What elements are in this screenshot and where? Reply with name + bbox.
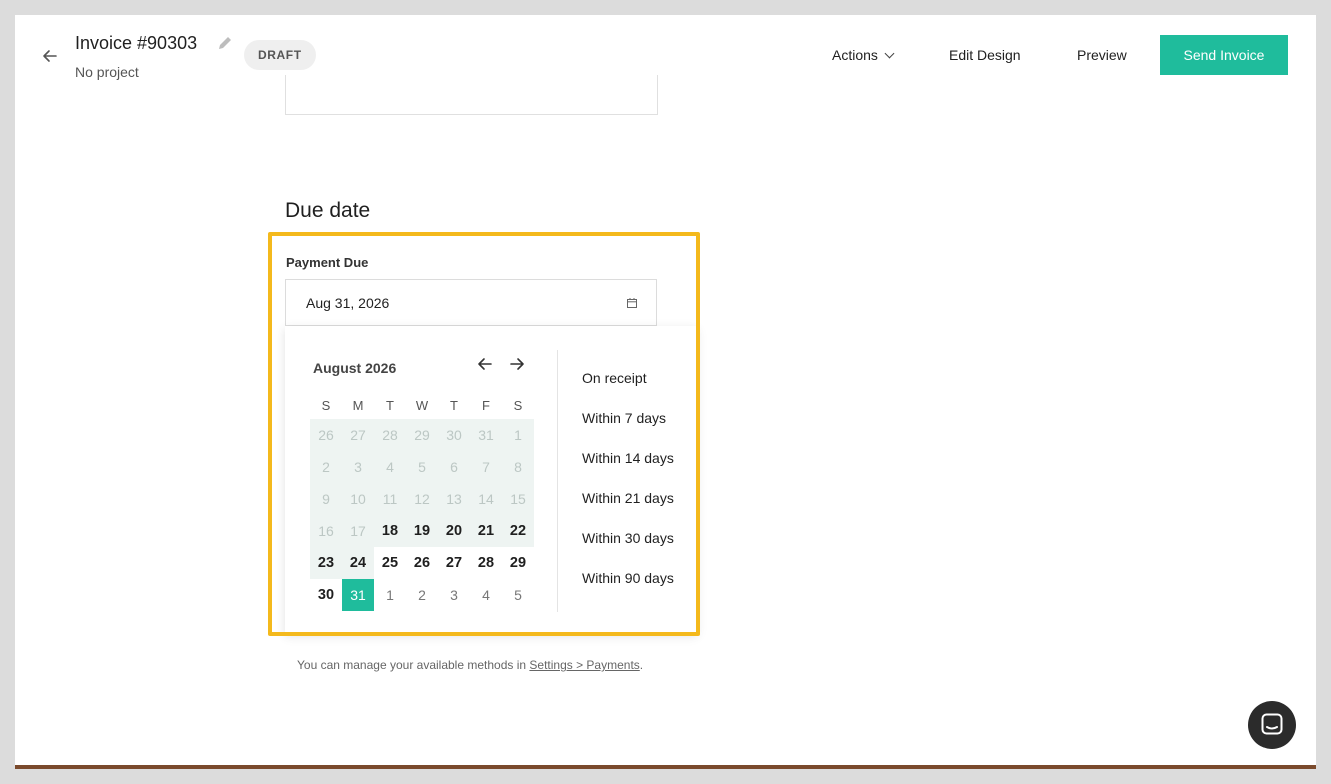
- weekday-label: W: [415, 398, 429, 413]
- calendar-day[interactable]: 22: [502, 515, 534, 547]
- due-preset-option[interactable]: Within 90 days: [582, 570, 674, 586]
- calendar-day[interactable]: 26: [406, 547, 438, 579]
- calendar-day: 8: [514, 459, 522, 475]
- due-preset-option[interactable]: Within 14 days: [582, 450, 674, 466]
- weekday-label: S: [513, 398, 523, 413]
- weekday-label: F: [482, 398, 490, 413]
- calendar-day: 31: [478, 427, 494, 443]
- status-badge: DRAFT: [244, 40, 316, 70]
- calendar-day: 5: [418, 459, 426, 475]
- calendar-day: 26: [318, 427, 334, 443]
- calendar-day: 10: [350, 491, 366, 507]
- calendar-day: 6: [450, 459, 458, 475]
- note-suffix: .: [639, 658, 644, 672]
- bottom-edge: [15, 765, 1316, 769]
- calendar-day[interactable]: 1: [374, 579, 406, 611]
- calendar-day[interactable]: 25: [374, 547, 406, 579]
- calendar-day[interactable]: 24: [342, 547, 374, 579]
- calendar-day: 7: [482, 459, 490, 475]
- chat-icon: [1261, 713, 1283, 735]
- calendar-day: 17: [350, 523, 366, 539]
- due-preset-option[interactable]: On receipt: [582, 370, 647, 386]
- actions-label: Actions: [832, 47, 878, 63]
- chevron-down-icon: [884, 48, 895, 59]
- date-picker-popup: August 2026 SMTWTFS 26 27 28 29 30 31 1 2 3 4 5 6 7 8…: [285, 326, 697, 633]
- edit-design-button[interactable]: Edit Design: [949, 47, 1021, 63]
- calendar-day: 30: [446, 427, 462, 443]
- calendar-day[interactable]: 23: [310, 547, 342, 579]
- back-arrow-icon[interactable]: [39, 45, 61, 67]
- project-label: No project: [75, 64, 139, 80]
- actions-menu-button[interactable]: Actions: [832, 47, 895, 63]
- due-preset-option[interactable]: Within 30 days: [582, 530, 674, 546]
- calendar-day[interactable]: 20: [438, 515, 470, 547]
- due-preset-option[interactable]: Within 21 days: [582, 490, 674, 506]
- due-date-heading: Due date: [285, 199, 371, 222]
- calendar-day: 27: [350, 427, 366, 443]
- calendar-day[interactable]: 4: [470, 579, 502, 611]
- weekday-label: S: [321, 398, 331, 413]
- invoice-title: Invoice #90303: [75, 33, 198, 53]
- preview-button[interactable]: Preview: [1077, 47, 1127, 63]
- calendar-day[interactable]: 21: [470, 515, 502, 547]
- note-text: You can manage your available methods in: [297, 658, 530, 672]
- settings-payments-link[interactable]: Settings > Payments: [529, 658, 639, 672]
- calendar-day: 1: [514, 427, 522, 443]
- calendar-day[interactable]: 2: [406, 579, 438, 611]
- payment-due-label: Payment Due: [286, 255, 369, 270]
- calendar-day: 15: [510, 491, 526, 507]
- calendar-day[interactable]: 29: [502, 547, 534, 579]
- calendar-day: 14: [478, 491, 494, 507]
- calendar-day: 12: [414, 491, 430, 507]
- calendar-day[interactable]: 3: [438, 579, 470, 611]
- calendar-day[interactable]: 27: [438, 547, 470, 579]
- calendar-day[interactable]: 28: [470, 547, 502, 579]
- calendar-day: 16: [318, 523, 334, 539]
- send-invoice-button[interactable]: Send Invoice: [1160, 35, 1288, 75]
- calendar-day: 4: [386, 459, 394, 475]
- previous-field[interactable]: [285, 75, 658, 115]
- calendar-day: 11: [382, 491, 398, 507]
- calendar-day[interactable]: 31: [342, 579, 374, 611]
- chat-launcher-button[interactable]: [1248, 701, 1296, 749]
- calendar-day: 13: [446, 491, 462, 507]
- weekday-label: T: [386, 398, 394, 413]
- next-month-arrow-icon[interactable]: [507, 354, 527, 374]
- calendar-month-label: August 2026: [313, 360, 397, 376]
- prev-month-arrow-icon[interactable]: [475, 354, 495, 374]
- payment-methods-note: You can manage your available methods in…: [297, 658, 643, 672]
- calendar-day[interactable]: 19: [406, 515, 438, 547]
- calendar-day: 9: [322, 491, 330, 507]
- calendar-day: 3: [354, 459, 362, 475]
- calendar-day: 28: [382, 427, 398, 443]
- weekday-label: M: [352, 398, 364, 413]
- due-preset-option[interactable]: Within 7 days: [582, 410, 666, 426]
- calendar-icon[interactable]: [626, 297, 638, 309]
- weekday-label: T: [450, 398, 458, 413]
- app-window: Invoice #90303 No project DRAFT Actions …: [15, 15, 1316, 769]
- calendar-day: 2: [322, 459, 330, 475]
- picker-divider: [557, 350, 558, 612]
- calendar-day[interactable]: 5: [502, 579, 534, 611]
- payment-due-input[interactable]: [285, 279, 657, 326]
- pencil-icon[interactable]: [216, 34, 234, 52]
- calendar-day[interactable]: 30: [310, 579, 342, 611]
- calendar-day: 29: [414, 427, 430, 443]
- calendar-day[interactable]: 18: [374, 515, 406, 547]
